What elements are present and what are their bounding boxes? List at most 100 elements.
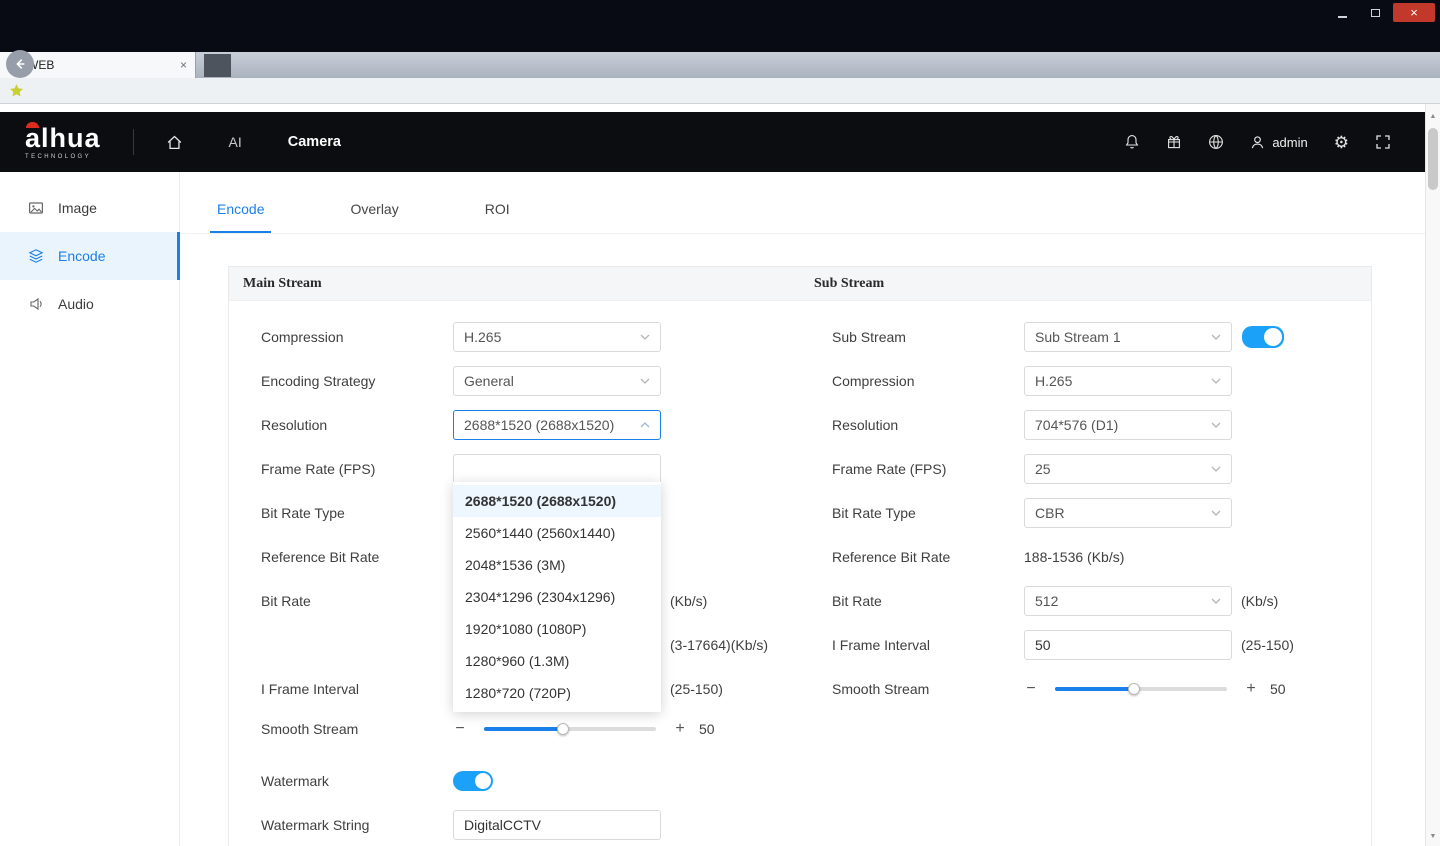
field-label: Smooth Stream <box>261 721 453 737</box>
slider-handle[interactable] <box>1128 683 1140 695</box>
sidebar-item-encode[interactable]: Encode <box>0 232 179 280</box>
sidebar-item-image[interactable]: Image <box>0 184 179 232</box>
header-actions: admin ⚙ <box>1124 134 1425 151</box>
resolution-dropdown: 2688*1520 (2688x1520) 2560*1440 (2560x14… <box>453 482 661 712</box>
scroll-down-arrow[interactable]: ▼ <box>1426 828 1440 844</box>
encoding-strategy-row: Encoding Strategy General <box>229 359 800 403</box>
notification-bell-icon[interactable] <box>1124 134 1140 150</box>
tab-encode[interactable]: Encode <box>210 201 271 233</box>
tab-roi[interactable]: ROI <box>478 201 517 233</box>
dropdown-option[interactable]: 1920*1080 (1080P) <box>453 613 661 645</box>
field-label: Reference Bit Rate <box>832 549 1024 565</box>
sub-stream-enable-toggle[interactable] <box>1242 326 1284 348</box>
nav-home-icon[interactable] <box>166 134 183 151</box>
package-icon[interactable] <box>1166 134 1182 150</box>
screen: × http://192.168.1.108/#/index/camera/im… <box>0 0 1440 846</box>
i-frame-hint: (25-150) <box>670 681 723 697</box>
window-close-button[interactable]: × <box>1393 3 1435 22</box>
language-globe-icon[interactable] <box>1208 134 1224 150</box>
page-scrollbar[interactable]: ▲ ▼ <box>1425 104 1440 846</box>
window-maximize-button[interactable] <box>1360 3 1390 22</box>
reference-bit-rate-row: Reference Bit Rate 188-1536 (Kb/s) <box>800 535 1371 579</box>
window-minimize-button[interactable] <box>1327 3 1357 22</box>
bit-rate-type-select[interactable]: CBR <box>1024 498 1232 528</box>
sub-stream-row: Sub Stream Sub Stream 1 <box>800 315 1371 359</box>
username-label: admin <box>1272 135 1307 150</box>
encode-panel: Main Stream Sub Stream Compression H.265… <box>228 266 1372 846</box>
custom-bit-rate-hint: (3-17664)(Kb/s) <box>670 637 768 653</box>
select-value: H.265 <box>464 329 501 345</box>
chevron-down-icon <box>1211 598 1221 604</box>
chevron-down-icon <box>1211 378 1221 384</box>
dropdown-option[interactable]: 2304*1296 (2304x1296) <box>453 581 661 613</box>
sub-stream-title: Sub Stream <box>800 267 1371 300</box>
settings-gear-icon[interactable]: ⚙ <box>1334 134 1349 151</box>
browser-back-button[interactable] <box>6 50 34 78</box>
panel-header: Main Stream Sub Stream <box>229 267 1371 301</box>
select-value: 704*576 (D1) <box>1035 417 1118 433</box>
field-label: Reference Bit Rate <box>261 549 453 565</box>
field-label: I Frame Interval <box>832 637 1024 653</box>
dropdown-option[interactable]: 1280*720 (720P) <box>453 677 661 709</box>
sidebar: Image Encode Audio <box>0 172 180 846</box>
header-divider <box>133 129 134 155</box>
field-label: Watermark <box>261 773 453 789</box>
slider-plus-button[interactable]: + <box>673 720 687 738</box>
i-frame-interval-row: I Frame Interval (25-150) <box>800 623 1371 667</box>
field-label: Bit Rate <box>832 593 1024 609</box>
dahua-logo: alhua TECHNOLOGY <box>25 125 101 160</box>
dropdown-option[interactable]: 2560*1440 (2560x1440) <box>453 517 661 549</box>
fullscreen-icon[interactable] <box>1375 134 1391 150</box>
slider-plus-button[interactable]: + <box>1244 680 1258 698</box>
slider-handle[interactable] <box>557 723 569 735</box>
dropdown-option[interactable]: 1280*960 (1.3M) <box>453 645 661 677</box>
resolution-select[interactable]: 704*576 (D1) <box>1024 410 1232 440</box>
watermark-string-input[interactable] <box>453 810 661 840</box>
resolution-select[interactable]: 2688*1520 (2688x1520) <box>453 410 661 440</box>
dropdown-option[interactable]: 2048*1536 (3M) <box>453 549 661 581</box>
favorites-bar <box>0 78 1440 104</box>
favorite-page-star-icon[interactable] <box>9 83 24 98</box>
compression-row: Compression H.265 <box>800 359 1371 403</box>
bit-rate-unit: (Kb/s) <box>1241 593 1278 609</box>
nav-item-ai[interactable]: AI <box>229 134 242 150</box>
sidebar-item-label: Encode <box>58 248 105 264</box>
sidebar-item-audio[interactable]: Audio <box>0 280 179 328</box>
app-header: alhua TECHNOLOGY AI Camera admin <box>0 112 1425 172</box>
field-label: Compression <box>261 329 453 345</box>
window-titlebar: × <box>0 0 1440 26</box>
brand-subtext: TECHNOLOGY <box>25 154 101 160</box>
select-value: Sub Stream 1 <box>1035 329 1121 345</box>
compression-select[interactable]: H.265 <box>453 322 661 352</box>
frame-rate-row: Frame Rate (FPS) 25 <box>800 447 1371 491</box>
compression-select[interactable]: H.265 <box>1024 366 1232 396</box>
new-tab-button[interactable] <box>204 54 231 77</box>
toggle-knob <box>475 773 491 789</box>
nav-item-camera[interactable]: Camera <box>288 134 341 150</box>
slider-track[interactable] <box>484 727 656 731</box>
watermark-toggle[interactable] <box>453 771 493 791</box>
dropdown-option[interactable]: 2688*1520 (2688x1520) <box>453 485 661 517</box>
audio-icon <box>28 296 44 312</box>
scroll-up-arrow[interactable]: ▲ <box>1426 108 1440 124</box>
browser-address-bar: http://192.168.1.108/#/index/camera/imgs… <box>0 26 1440 52</box>
select-value: H.265 <box>1035 373 1072 389</box>
main-stream-section: Compression H.265 Encoding Strategy Gene… <box>229 301 800 846</box>
i-frame-interval-input[interactable] <box>1024 630 1232 660</box>
slider-minus-button[interactable]: − <box>453 720 467 738</box>
user-menu[interactable]: admin <box>1250 135 1307 150</box>
encode-layers-icon <box>28 248 44 264</box>
slider-minus-button[interactable]: − <box>1024 680 1038 698</box>
bit-rate-row: Bit Rate 512 (Kb/s) <box>800 579 1371 623</box>
scrollbar-thumb[interactable] <box>1428 128 1438 190</box>
frame-rate-select[interactable]: 25 <box>1024 454 1232 484</box>
frame-rate-select[interactable] <box>453 454 661 484</box>
tab-overlay[interactable]: Overlay <box>343 201 405 233</box>
sub-stream-select[interactable]: Sub Stream 1 <box>1024 322 1232 352</box>
tab-close-icon[interactable]: × <box>180 58 187 72</box>
encoding-strategy-select[interactable]: General <box>453 366 661 396</box>
bit-rate-select[interactable]: 512 <box>1024 586 1232 616</box>
slider-track[interactable] <box>1055 687 1227 691</box>
field-label: Bit Rate Type <box>261 505 453 521</box>
select-value: 512 <box>1035 593 1058 609</box>
